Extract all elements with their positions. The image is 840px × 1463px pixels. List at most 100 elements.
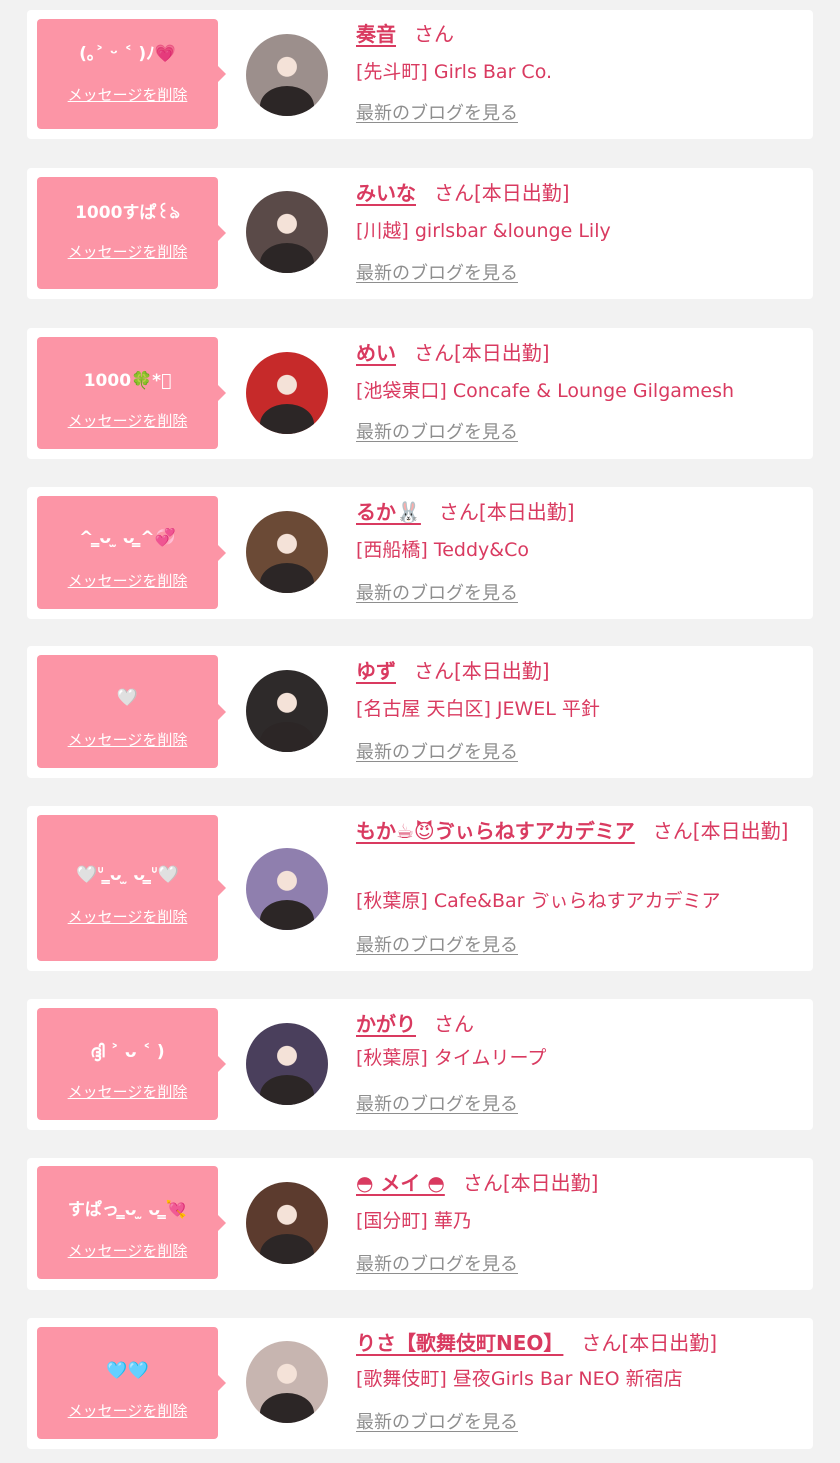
- cast-name-link[interactable]: みいな: [356, 181, 416, 205]
- favorite-card: ^ ̳ᴗ ̫ ᴗ ̳^💞 メッセージを削除 るか🐰 さん[本日出勤] [西船橋] Ted…: [27, 487, 813, 619]
- avatar-figure: [260, 900, 314, 930]
- name-line: ◓ メイ ◓ さん[本日出勤]: [356, 1166, 791, 1200]
- shop-label: [池袋東口] Concafe & Lounge Gilgamesh: [356, 380, 735, 402]
- name-suffix: さん[本日出勤]: [414, 341, 550, 365]
- message-bubble: 🤍 メッセージを削除: [37, 655, 226, 768]
- favorite-list: (｡˃ ᵕ ˂ )ﾉ💗 メッセージを削除 奏音 さん [先斗町] Girls Bar C…: [0, 0, 840, 1463]
- avatar[interactable]: [246, 1023, 328, 1105]
- cast-name-link[interactable]: めい: [356, 341, 396, 365]
- message-bubble: ^ ̳ᴗ ̫ ᴗ ̳^💞 メッセージを削除: [37, 496, 226, 609]
- name-line: みいな さん[本日出勤]: [356, 176, 791, 210]
- name-line: るか🐰 さん[本日出勤]: [356, 495, 791, 529]
- avatar[interactable]: [246, 848, 328, 930]
- avatar[interactable]: [246, 511, 328, 593]
- message-text: 1000すぱ꒰ঌ: [75, 203, 180, 223]
- shop-label: [歌舞伎町] 昼夜Girls Bar NEO 新宿店: [356, 1368, 683, 1390]
- delete-message-link[interactable]: メッセージを削除: [37, 1082, 218, 1102]
- name-suffix: さん[本日出勤]: [581, 1331, 718, 1355]
- name-suffix: さん[本日出勤]: [434, 181, 570, 205]
- message-text: ^ ̳ᴗ ̫ ᴗ ̳^💞: [79, 528, 176, 548]
- favorite-card: すぱっ ̳ᴗ ̫ ᴗ ̳💘 メッセージを削除 ◓ メイ ◓ さん[本日出勤] [国分町]…: [27, 1158, 813, 1290]
- shop-label: [川越] girlsbar &lounge Lily: [356, 220, 611, 242]
- avatar-figure: [260, 1234, 314, 1264]
- name-suffix: さん: [434, 1012, 474, 1036]
- favorite-card: ദ്ദി ˃ ᴗ ˂ ) メッセージを削除 かがり さん [秋葉原] タイムリープ 最新の…: [27, 999, 813, 1130]
- cast-name-link[interactable]: りさ【歌舞伎町NEO】: [356, 1331, 563, 1355]
- latest-blog-link[interactable]: 最新のブログを見る: [356, 102, 518, 126]
- delete-message-link[interactable]: メッセージを削除: [37, 730, 218, 750]
- name-line: りさ【歌舞伎町NEO】 さん[本日出勤]: [356, 1326, 791, 1360]
- shop-label: [秋葉原] Cafe&Bar ゔぃらねすアカデミア: [356, 890, 721, 912]
- name-suffix: さん[本日出勤]: [414, 659, 550, 683]
- delete-message-link[interactable]: メッセージを削除: [37, 85, 218, 105]
- avatar[interactable]: [246, 34, 328, 116]
- cast-name-link[interactable]: 奏音: [356, 22, 396, 46]
- latest-blog-link[interactable]: 最新のブログを見る: [356, 1411, 518, 1435]
- shop-label: [秋葉原] タイムリープ: [356, 1047, 547, 1069]
- message-text: すぱっ ̳ᴗ ̫ ᴗ ̳💘: [67, 1200, 188, 1220]
- favorite-card: 1000🍀*ﾟ メッセージを削除 めい さん[本日出勤] [池袋東口] Concafe …: [27, 328, 813, 459]
- latest-blog-link[interactable]: 最新のブログを見る: [356, 1253, 518, 1277]
- name-line: かがり さん: [356, 1007, 791, 1041]
- cast-name-link[interactable]: もか☕😈ゔぃらねすアカデミア: [356, 819, 635, 843]
- message-text: 🤍ᐡ ̳ᴗ ̫ ᴗ ̳ᐡ🤍: [76, 865, 179, 885]
- message-bubble: すぱっ ̳ᴗ ̫ ᴗ ̳💘 メッセージを削除: [37, 1166, 226, 1279]
- avatar-figure: [260, 86, 314, 116]
- avatar-figure: [260, 722, 314, 752]
- name-suffix: さん[本日出勤]: [652, 819, 789, 843]
- delete-message-link[interactable]: メッセージを削除: [37, 242, 218, 262]
- shop-label: [名古屋 天白区] JEWEL 平針: [356, 698, 600, 720]
- message-text: (｡˃ ᵕ ˂ )ﾉ💗: [79, 44, 176, 64]
- favorite-card: 1000すぱ꒰ঌ メッセージを削除 みいな さん[本日出勤] [川越] girlsbar…: [27, 168, 813, 299]
- cast-name-link[interactable]: かがり: [356, 1012, 416, 1036]
- message-bubble: (｡˃ ᵕ ˂ )ﾉ💗 メッセージを削除: [37, 19, 226, 129]
- message-bubble: 1000🍀*ﾟ メッセージを削除: [37, 337, 226, 449]
- message-text: 1000🍀*ﾟ: [83, 371, 172, 391]
- delete-message-link[interactable]: メッセージを削除: [37, 411, 218, 431]
- message-bubble: ദ്ദി ˃ ᴗ ˂ ) メッセージを削除: [37, 1008, 226, 1120]
- avatar-figure: [260, 563, 314, 593]
- name-suffix: さん: [414, 22, 454, 46]
- shop-label: [国分町] 華乃: [356, 1210, 472, 1232]
- delete-message-link[interactable]: メッセージを削除: [37, 571, 218, 591]
- avatar[interactable]: [246, 1182, 328, 1264]
- cast-name-link[interactable]: ◓ メイ ◓: [356, 1171, 445, 1195]
- message-bubble: 1000すぱ꒰ঌ メッセージを削除: [37, 177, 226, 289]
- avatar[interactable]: [246, 352, 328, 434]
- delete-message-link[interactable]: メッセージを削除: [37, 1241, 218, 1261]
- avatar[interactable]: [246, 1341, 328, 1423]
- avatar-figure: [260, 1393, 314, 1423]
- message-text: ദ്ദി ˃ ᴗ ˂ ): [90, 1042, 165, 1062]
- latest-blog-link[interactable]: 最新のブログを見る: [356, 741, 518, 765]
- latest-blog-link[interactable]: 最新のブログを見る: [356, 934, 518, 958]
- message-text: 🤍: [116, 688, 139, 708]
- name-line: めい さん[本日出勤]: [356, 336, 791, 370]
- shop-label: [先斗町] Girls Bar Co.: [356, 61, 553, 83]
- favorite-card: 🤍 メッセージを削除 ゆず さん[本日出勤] [名古屋 天白区] JEWEL 平針 最新の…: [27, 646, 813, 778]
- message-bubble: 🤍ᐡ ̳ᴗ ̫ ᴗ ̳ᐡ🤍 メッセージを削除: [37, 815, 226, 961]
- avatar-figure: [260, 1075, 314, 1105]
- latest-blog-link[interactable]: 最新のブログを見る: [356, 421, 518, 445]
- latest-blog-link[interactable]: 最新のブログを見る: [356, 262, 518, 286]
- name-line: もか☕😈ゔぃらねすアカデミア さん[本日出勤]: [356, 814, 791, 848]
- name-line: ゆず さん[本日出勤]: [356, 654, 791, 688]
- latest-blog-link[interactable]: 最新のブログを見る: [356, 582, 518, 606]
- avatar-figure: [260, 404, 314, 434]
- cast-name-link[interactable]: ゆず: [356, 659, 396, 683]
- avatar-figure: [260, 243, 314, 273]
- favorite-card: 🩵🩵 メッセージを削除 りさ【歌舞伎町NEO】 さん[本日出勤] [歌舞伎町] 昼夜Gi…: [27, 1318, 813, 1449]
- name-line: 奏音 さん: [356, 17, 791, 51]
- message-bubble: 🩵🩵 メッセージを削除: [37, 1327, 226, 1439]
- avatar[interactable]: [246, 670, 328, 752]
- cast-name-link[interactable]: るか🐰: [356, 500, 421, 524]
- shop-label: [西船橋] Teddy&Co: [356, 539, 530, 561]
- favorite-card: (｡˃ ᵕ ˂ )ﾉ💗 メッセージを削除 奏音 さん [先斗町] Girls Bar C…: [27, 10, 813, 139]
- delete-message-link[interactable]: メッセージを削除: [37, 907, 218, 927]
- avatar[interactable]: [246, 191, 328, 273]
- delete-message-link[interactable]: メッセージを削除: [37, 1401, 218, 1421]
- name-suffix: さん[本日出勤]: [438, 500, 575, 524]
- name-suffix: さん[本日出勤]: [462, 1171, 599, 1195]
- favorite-card: 🤍ᐡ ̳ᴗ ̫ ᴗ ̳ᐡ🤍 メッセージを削除 もか☕😈ゔぃらねすアカデミア さん[本日…: [27, 806, 813, 971]
- latest-blog-link[interactable]: 最新のブログを見る: [356, 1093, 518, 1117]
- message-text: 🩵🩵: [106, 1361, 149, 1381]
